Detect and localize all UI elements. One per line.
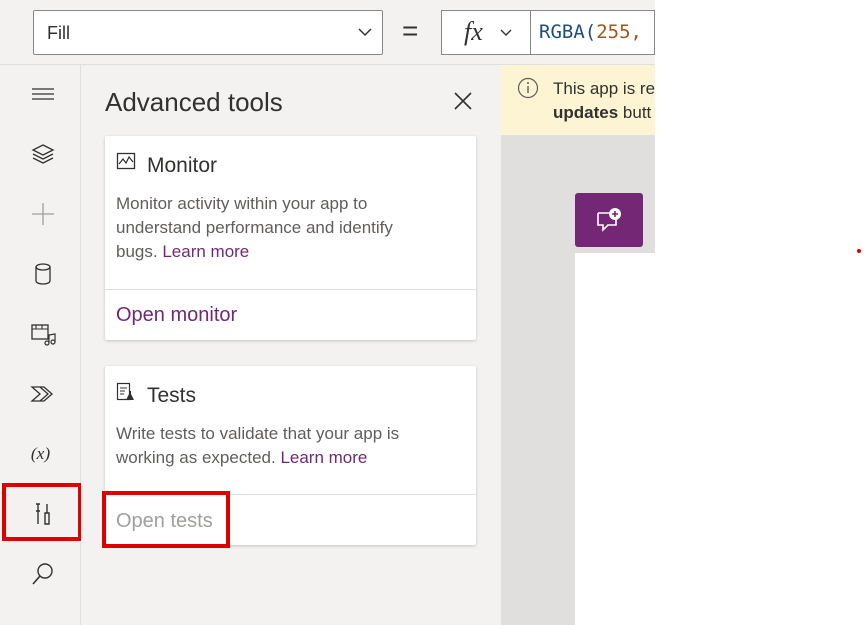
tree-view-button[interactable]: [6, 134, 80, 174]
menu-button[interactable]: [6, 74, 80, 114]
formula-argument: 255,: [596, 21, 642, 43]
info-icon: [517, 77, 539, 99]
red-dot: [857, 249, 861, 253]
insert-button[interactable]: [6, 194, 80, 234]
card-divider: [105, 289, 476, 290]
chevron-down-icon: [500, 29, 512, 36]
formula-input[interactable]: RGBA(255,: [531, 10, 655, 55]
highlight-box-open-tests: [102, 491, 230, 548]
svg-text:(x): (x): [31, 444, 50, 463]
monitor-learn-more-link[interactable]: Learn more: [162, 242, 249, 261]
media-icon: [31, 324, 56, 346]
database-icon: [35, 263, 51, 285]
left-rail: (x): [6, 65, 81, 625]
info-banner: This app is re updates butt: [501, 65, 655, 135]
banner-bold-text: updates: [553, 103, 619, 122]
hamburger-icon: [32, 88, 54, 100]
chat-button[interactable]: [575, 193, 643, 247]
panel-title: Advanced tools: [105, 87, 283, 117]
chevron-down-icon: [358, 28, 372, 37]
fx-button[interactable]: fx: [441, 10, 531, 55]
banner-text: This app is re updates butt: [553, 77, 655, 125]
variables-button[interactable]: (x): [6, 434, 80, 474]
monitor-icon: [116, 152, 136, 170]
tests-learn-more-link[interactable]: Learn more: [280, 448, 367, 467]
chat-add-icon: [597, 208, 621, 232]
search-icon: [32, 563, 53, 585]
tests-description: Write tests to validate that your app is…: [116, 422, 426, 470]
formula-function: RGBA(: [539, 21, 597, 43]
media-button[interactable]: [6, 314, 80, 354]
fx-icon: fx: [464, 17, 483, 46]
monitor-description: Monitor activity within your app to unde…: [116, 192, 426, 264]
property-dropdown[interactable]: Fill: [33, 10, 383, 55]
plus-icon: [32, 203, 54, 225]
variables-icon: (x): [31, 444, 50, 463]
layers-icon: [31, 144, 55, 164]
property-value: Fill: [47, 23, 70, 43]
search-button[interactable]: [6, 554, 80, 594]
power-automate-icon: [30, 386, 53, 402]
equals-sign: =: [402, 15, 419, 46]
formula-bar: Fill = fx RGBA(255,: [0, 0, 655, 65]
monitor-title: Monitor: [147, 154, 218, 177]
highlight-box-advanced-tools: [2, 483, 82, 541]
formula-text: RGBA(255,: [539, 21, 642, 43]
data-button[interactable]: [6, 254, 80, 294]
app-screen: [575, 253, 655, 625]
banner-line-2: updates butt: [553, 101, 655, 125]
power-automate-button[interactable]: [6, 374, 80, 414]
monitor-description-text: Monitor activity within your app to unde…: [116, 194, 393, 261]
tests-icon: [116, 382, 134, 401]
monitor-card: Monitor Monitor activity within your app…: [105, 136, 476, 340]
banner-line-1: This app is re: [553, 79, 655, 98]
open-monitor-link[interactable]: Open monitor: [116, 304, 237, 327]
tests-title: Tests: [147, 384, 197, 407]
close-icon[interactable]: [451, 89, 475, 113]
banner-rest-text: butt: [618, 103, 652, 122]
